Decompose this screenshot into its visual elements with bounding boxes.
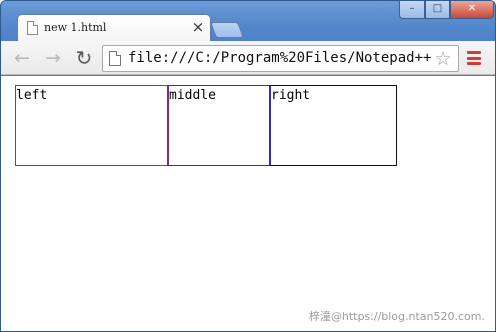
menu-bar-line xyxy=(467,56,481,60)
back-arrow-icon[interactable]: ← xyxy=(11,47,33,69)
document-icon xyxy=(27,21,38,35)
menu-bar-line xyxy=(467,51,481,54)
close-window-button[interactable]: ✕ xyxy=(450,1,494,19)
page-icon xyxy=(109,51,121,66)
menu-bar-line xyxy=(467,62,481,65)
address-bar[interactable]: file:///C:/Program%20Files/Notepad++/u ☆ xyxy=(102,45,459,72)
tab-title: new 1.html xyxy=(44,21,107,34)
tab-close-icon[interactable]: × xyxy=(190,18,206,36)
new-tab-button[interactable] xyxy=(210,22,244,38)
forward-arrow-icon[interactable]: → xyxy=(42,47,64,69)
hamburger-icon[interactable] xyxy=(467,51,481,65)
page-viewport: left middle right 梓潼@https://blog.ntan52… xyxy=(1,76,495,331)
reload-icon[interactable]: ↻ xyxy=(73,47,95,69)
window-controls: – □ ✕ xyxy=(399,1,494,19)
navigation-toolbar: ← → ↻ file:///C:/Program%20Files/Notepad… xyxy=(1,41,495,75)
bookmark-star-icon[interactable]: ☆ xyxy=(432,48,454,70)
maximize-button[interactable]: □ xyxy=(425,1,450,19)
minimize-button[interactable]: – xyxy=(399,1,425,19)
right-box: right xyxy=(269,85,397,166)
tab-active[interactable]: new 1.html × xyxy=(17,14,211,41)
url-text[interactable]: file:///C:/Program%20Files/Notepad++/u xyxy=(128,50,448,66)
browser-window: new 1.html × – □ ✕ ← → ↻ file:///C:/Prog… xyxy=(0,0,496,332)
watermark: 梓潼@https://blog.ntan520.com. xyxy=(308,310,485,323)
left-box: left xyxy=(15,85,168,166)
middle-box: middle xyxy=(167,85,270,166)
title-bar: new 1.html × – □ ✕ xyxy=(1,1,495,41)
